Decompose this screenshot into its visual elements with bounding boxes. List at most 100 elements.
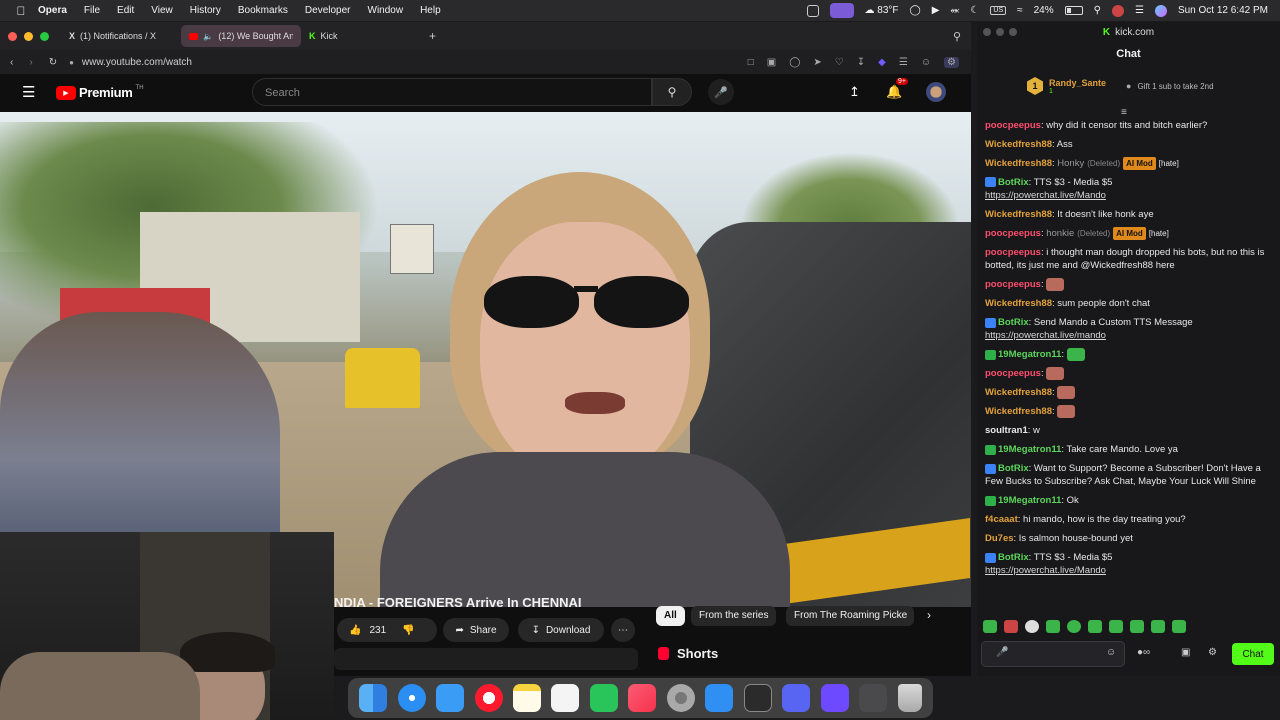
discord-icon[interactable] (782, 684, 811, 712)
emote-icon[interactable] (1151, 620, 1165, 633)
apple-icon[interactable]:  (14, 4, 28, 18)
new-tab-button[interactable]: + (429, 29, 436, 43)
chip-from-series[interactable]: From the series (691, 606, 777, 626)
lock-icon[interactable]: ● (69, 58, 74, 67)
chat-username[interactable]: 19Megatron11 (998, 444, 1061, 455)
search-input[interactable]: Search (265, 87, 300, 99)
chat-link[interactable]: https://powerchat.live/mando (985, 330, 1106, 341)
chat-username[interactable]: poocpeepus (985, 247, 1041, 258)
menu-icon[interactable]: ☰ (899, 57, 908, 68)
extension-icon[interactable]: ⚙ (944, 56, 959, 68)
mail-icon[interactable] (436, 684, 465, 712)
menu-file[interactable]: File (84, 5, 100, 16)
menu-history[interactable]: History (190, 5, 221, 16)
moon-icon[interactable]: ☾ (970, 5, 979, 16)
minimize-window-button[interactable] (24, 31, 33, 41)
search-box[interactable]: Search (252, 78, 652, 106)
trash-icon[interactable] (897, 684, 922, 712)
reload-icon[interactable]: ↻ (49, 57, 57, 68)
reminders-icon[interactable] (551, 684, 580, 712)
flow-icon[interactable]: ➤ (813, 57, 821, 68)
search-button[interactable]: ⚲ (652, 78, 692, 106)
share-button[interactable]: ➦ Share (443, 618, 509, 642)
emote-icon[interactable] (1025, 620, 1039, 633)
menu-help[interactable]: Help (420, 5, 441, 16)
emote-icon[interactable] (1130, 620, 1144, 633)
keyboard-icon[interactable]: US (990, 6, 1007, 15)
chat-username[interactable]: BotRix (998, 463, 1029, 474)
chat-username[interactable]: Wickedfresh88 (985, 387, 1052, 398)
zoom-window-button[interactable] (40, 31, 49, 41)
settings-gear-icon[interactable]: ⚙ (1208, 647, 1217, 658)
ai-icon[interactable]: ◆ (878, 57, 886, 68)
whatsapp-icon[interactable] (589, 684, 618, 712)
chat-username[interactable]: Wickedfresh88 (985, 158, 1052, 169)
chat-username[interactable]: BotRix (998, 177, 1029, 188)
like-button[interactable]: 👍 (349, 625, 361, 636)
chat-username[interactable]: f4caaat (985, 514, 1018, 525)
chat-username[interactable]: poocpeepus (985, 120, 1041, 131)
menu-app-name[interactable]: Opera (38, 5, 67, 16)
chat-username[interactable]: poocpeepus (985, 228, 1041, 239)
voice-search-button[interactable]: 🎤 (708, 79, 734, 105)
chat-input[interactable]: 🎤 ☺ (981, 641, 1125, 667)
users-icon[interactable]: ●∞ (1137, 647, 1150, 658)
chat-username[interactable]: soultran1 (985, 425, 1028, 436)
tab-kick[interactable]: K Kick (301, 25, 421, 47)
chat-username[interactable]: Wickedfresh88 (985, 209, 1052, 220)
emote-icon[interactable] (983, 620, 997, 633)
emoji-icon[interactable]: ☺ (1106, 647, 1116, 658)
menu-developer[interactable]: Developer (305, 5, 351, 16)
music-icon[interactable] (628, 684, 657, 712)
download-button[interactable]: ↧ Download (518, 618, 604, 642)
search-icon[interactable]: ⚲ (1094, 5, 1101, 16)
avatar[interactable] (926, 82, 946, 102)
download-icon[interactable]: ↧ (857, 57, 865, 68)
menu-window[interactable]: Window (368, 5, 404, 16)
headphones-icon[interactable]: ◯ (910, 5, 921, 16)
chat-username[interactable]: BotRix (998, 552, 1029, 563)
chat-link[interactable]: https://powerchat.live/Mando (985, 190, 1106, 201)
notes-icon[interactable] (513, 684, 542, 712)
minimize-window-button[interactable] (996, 28, 1004, 36)
chat-username[interactable]: BotRix (998, 317, 1029, 328)
chat-username[interactable]: Du7es (985, 533, 1014, 544)
forward-arrow-icon[interactable]: › (29, 57, 32, 68)
finder-icon[interactable] (359, 684, 388, 712)
chat-username[interactable]: poocpeepus (985, 279, 1041, 290)
emote-icon[interactable] (1067, 620, 1081, 633)
send-chat-button[interactable]: Chat (1232, 643, 1274, 665)
hamburger-menu-icon[interactable]: ☰ (22, 83, 35, 101)
url-field[interactable]: www.youtube.com/watch (82, 57, 192, 68)
speaker-icon[interactable]: 🔈 (203, 32, 213, 41)
emote-icon[interactable] (1172, 620, 1186, 633)
tab-search-icon[interactable]: ⚲ (953, 30, 961, 43)
chat-username[interactable]: poocpeepus (985, 368, 1041, 379)
screenshot-folder-icon[interactable] (859, 684, 888, 712)
menu-edit[interactable]: Edit (117, 5, 134, 16)
control-center-icon[interactable]: ☰ (1135, 5, 1144, 16)
emote-icon[interactable] (1004, 620, 1018, 633)
control-center-active-icon[interactable] (829, 3, 854, 18)
tab-x-notifications[interactable]: X (1) Notifications / X (61, 25, 181, 47)
chatgpt-icon[interactable] (743, 684, 772, 712)
collapse-chevron-icon[interactable]: ≡ (1121, 107, 1127, 118)
opera-icon[interactable] (474, 684, 503, 712)
close-window-button[interactable] (983, 28, 991, 36)
app-store-icon[interactable] (705, 684, 734, 712)
chat-username[interactable]: 19Megatron11 (998, 349, 1061, 360)
notifications-bell-icon[interactable]: 🔔 (886, 84, 902, 100)
chat-username[interactable]: Wickedfresh88 (985, 139, 1052, 150)
clock[interactable]: Sun Oct 12 6:42 PM (1178, 5, 1268, 16)
chat-username[interactable]: Wickedfresh88 (985, 298, 1052, 309)
heart-icon[interactable]: ♡ (835, 57, 844, 68)
proton-mail-icon[interactable] (820, 684, 849, 712)
menu-bookmarks[interactable]: Bookmarks (238, 5, 288, 16)
chip-all[interactable]: All (656, 606, 685, 626)
close-window-button[interactable] (8, 31, 17, 41)
youtube-logo[interactable]: ▶ Premium TH (56, 85, 144, 100)
emote-icon[interactable] (1046, 620, 1060, 633)
chat-username[interactable]: 19Megatron11 (998, 495, 1061, 506)
system-settings-icon[interactable] (666, 684, 695, 712)
siri-icon[interactable] (1154, 4, 1167, 17)
